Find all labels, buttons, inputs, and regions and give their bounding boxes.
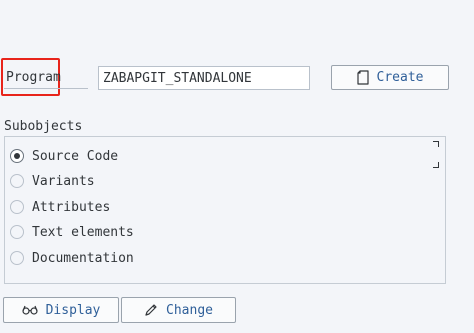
radio-source-code[interactable]: Source Code [10, 146, 118, 166]
create-button[interactable]: Create [331, 65, 449, 90]
radio-variants[interactable]: Variants [10, 171, 95, 191]
pencil-icon [144, 303, 158, 317]
program-name-input[interactable] [98, 66, 310, 90]
subobjects-title: Subobjects [4, 119, 83, 134]
radio-button[interactable] [10, 225, 24, 239]
radio-label: Attributes [32, 199, 111, 215]
program-label: Program [6, 70, 61, 85]
radio-attributes[interactable]: Attributes [10, 197, 110, 217]
program-label-underline [4, 88, 88, 89]
create-button-label: Create [376, 70, 424, 85]
radio-button[interactable] [10, 251, 24, 265]
change-button-label: Change [166, 302, 213, 318]
focus-corner-bottom-right [433, 162, 439, 168]
radio-label: Source Code [32, 148, 119, 164]
radio-button[interactable] [10, 149, 24, 163]
radio-button[interactable] [10, 174, 24, 188]
glasses-icon [21, 304, 38, 316]
radio-button[interactable] [10, 200, 24, 214]
display-button[interactable]: Display [3, 297, 119, 323]
radio-label: Documentation [32, 250, 134, 266]
radio-text-elements[interactable]: Text elements [10, 222, 134, 242]
radio-documentation[interactable]: Documentation [10, 248, 134, 268]
change-button[interactable]: Change [121, 297, 236, 323]
radio-label: Text elements [32, 224, 134, 240]
display-button-label: Display [45, 302, 101, 318]
document-icon [356, 70, 369, 85]
radio-label: Variants [32, 173, 95, 189]
focus-corner-top-right [433, 141, 439, 147]
